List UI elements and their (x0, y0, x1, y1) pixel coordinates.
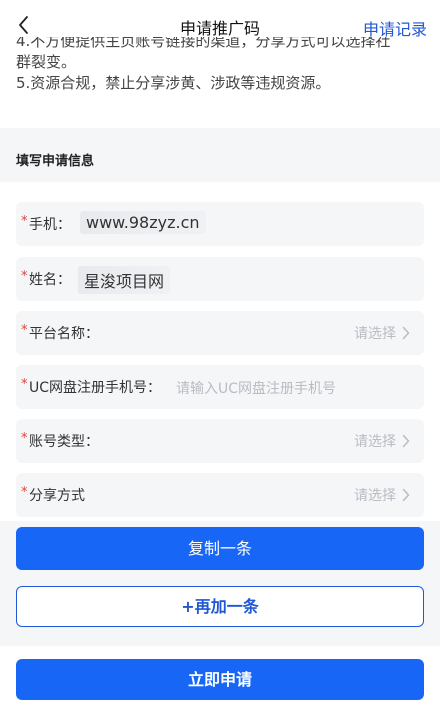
phone-field[interactable]: * 手机： www.98zyz.cn (16, 202, 424, 246)
account-type-field[interactable]: * 账号类型： 请选择 (16, 419, 424, 463)
required-mark: * (21, 431, 28, 446)
name-field[interactable]: * 姓名： 星浚项目网 (16, 257, 424, 301)
name-label: 姓名： (29, 272, 71, 288)
application-form: * 手机： www.98zyz.cn * 姓名： 星浚项目网 * 平台名称： 请… (0, 182, 440, 521)
share-method-placeholder: 请选择 (354, 488, 396, 504)
account-type-placeholder: 请选择 (354, 434, 396, 450)
uc-phone-input[interactable]: 请输入UC网盘注册手机号 (176, 378, 336, 398)
share-method-select[interactable]: 请选择 (354, 485, 410, 505)
platform-name-label: 平台名称： (29, 326, 99, 342)
chevron-right-icon (402, 434, 410, 448)
required-mark: * (21, 214, 28, 229)
phone-value[interactable]: www.98zyz.cn (80, 211, 206, 234)
required-mark: * (21, 269, 28, 284)
copy-entry-button[interactable]: 复制一条 (16, 527, 424, 570)
notice-line: 群裂变。 (16, 53, 77, 71)
required-mark: * (21, 323, 28, 338)
chevron-right-icon (402, 488, 410, 502)
notice-line: 5.资源合规，禁止分享涉黄、涉政等违规资源。 (16, 74, 331, 92)
platform-name-placeholder: 请选择 (354, 326, 396, 342)
account-type-select[interactable]: 请选择 (354, 431, 410, 451)
notice-text-block: 4.不方便提供主页账号链接的渠道，分享方式可以选择社 群裂变。 5.资源合规，禁… (0, 37, 440, 128)
uc-phone-field[interactable]: * UC网盘注册手机号： 请输入UC网盘注册手机号 (16, 365, 424, 409)
chevron-right-icon (402, 326, 410, 340)
section-title: 填写申请信息 (16, 154, 95, 169)
uc-phone-label: UC网盘注册手机号： (29, 380, 162, 396)
platform-name-select[interactable]: 请选择 (354, 323, 410, 343)
submit-application-button[interactable]: 立即申请 (16, 659, 424, 700)
share-method-field[interactable]: * 分享方式 请选择 (16, 473, 424, 517)
notice-line: 4.不方便提供主页账号链接的渠道，分享方式可以选择社 (16, 37, 391, 50)
platform-name-field[interactable]: * 平台名称： 请选择 (16, 311, 424, 355)
required-mark: * (21, 485, 28, 500)
add-another-button[interactable]: +再加一条 (16, 586, 424, 627)
account-type-label: 账号类型： (29, 434, 99, 450)
phone-label: 手机： (29, 217, 71, 233)
name-value[interactable]: 星浚项目网 (78, 266, 171, 294)
required-mark: * (21, 377, 28, 392)
share-method-label: 分享方式 (29, 488, 85, 504)
